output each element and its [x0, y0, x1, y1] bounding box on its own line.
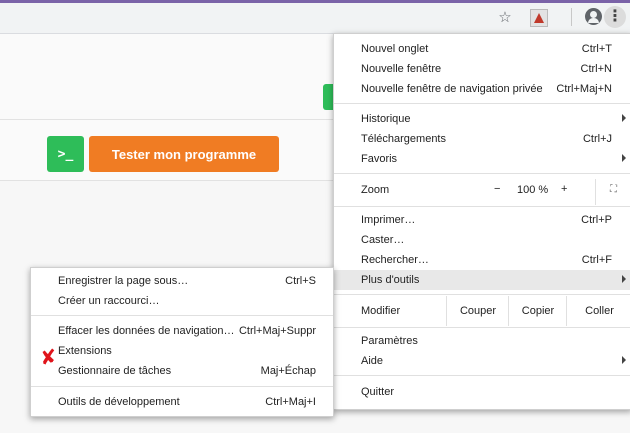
- submenu-item-shortcut: Maj+Échap: [260, 365, 316, 377]
- edit-label: Modifier: [361, 305, 401, 317]
- submenu-item-create-shortcut[interactable]: Créer un raccourci…: [31, 292, 333, 312]
- menu-item-settings[interactable]: Paramètres: [334, 331, 630, 351]
- submenu-item-label: Outils de développement: [58, 396, 180, 408]
- red-cross-annotation-icon: ✘: [38, 345, 59, 371]
- menu-item-label: Nouvelle fenêtre de navigation privée: [361, 83, 543, 95]
- submenu-arrow-icon: [622, 356, 626, 364]
- submenu-divider: [31, 386, 333, 387]
- menu-item-label: Nouvelle fenêtre: [361, 63, 442, 75]
- menu-item-label: Rechercher…: [361, 254, 429, 266]
- menu-divider: [334, 173, 630, 174]
- submenu-item-label: Enregistrer la page sous…: [58, 275, 189, 287]
- menu-item-shortcut: Ctrl+J: [582, 133, 612, 145]
- menu-item-cast[interactable]: Caster…: [334, 230, 630, 250]
- menu-divider: [334, 294, 630, 295]
- menu-item-label: Quitter: [361, 386, 395, 398]
- menu-divider: [334, 375, 630, 376]
- menu-item-label: Aide: [361, 355, 384, 367]
- menu-item-downloads[interactable]: Téléchargements Ctrl+J: [334, 129, 630, 149]
- paste-button[interactable]: Coller: [566, 296, 630, 326]
- menu-item-shortcut: Ctrl+P: [581, 214, 612, 226]
- zoom-controls: − 100 % + ⛶: [464, 175, 630, 205]
- browser-menu-icon[interactable]: ⋮: [604, 6, 626, 28]
- menu-item-label: Favoris: [361, 153, 398, 165]
- cut-button[interactable]: Couper: [446, 296, 509, 326]
- toolbar-separator: [571, 8, 572, 26]
- submenu-divider: [31, 315, 333, 316]
- zoom-out-button[interactable]: −: [494, 183, 500, 195]
- browser-main-menu: Nouvel onglet Ctrl+T Nouvelle fenêtre Ct…: [333, 33, 630, 410]
- more-tools-submenu: Enregistrer la page sous… Ctrl+S Créer u…: [30, 267, 334, 417]
- menu-item-label: Plus d'outils: [361, 274, 420, 286]
- menu-item-label: Nouvel onglet: [361, 43, 429, 55]
- menu-item-label: Paramètres: [361, 335, 418, 347]
- submenu-item-shortcut: Ctrl+Maj+I: [265, 396, 316, 408]
- menu-edit-row: Modifier Couper Copier Coller: [334, 296, 630, 326]
- menu-divider: [334, 327, 630, 328]
- menu-item-find[interactable]: Rechercher… Ctrl+F: [334, 250, 630, 270]
- bookmark-star-icon[interactable]: ☆: [496, 8, 514, 26]
- menu-divider: [334, 206, 630, 207]
- zoom-label: Zoom: [361, 184, 390, 196]
- menu-item-print[interactable]: Imprimer… Ctrl+P: [334, 210, 630, 230]
- menu-item-label: Caster…: [361, 234, 405, 246]
- submenu-item-label: Créer un raccourci…: [58, 295, 160, 307]
- submenu-item-clear-browsing-data[interactable]: Effacer les données de navigation… Ctrl+…: [31, 322, 333, 342]
- run-program-button[interactable]: Tester mon programme: [89, 136, 279, 172]
- submenu-item-label: Extensions: [58, 345, 112, 357]
- submenu-item-extensions[interactable]: Extensions: [31, 342, 333, 362]
- menu-item-help[interactable]: Aide: [334, 351, 630, 371]
- fullscreen-icon[interactable]: ⛶: [595, 179, 630, 205]
- menu-item-label: Imprimer…: [361, 214, 416, 226]
- menu-divider: [334, 103, 630, 104]
- submenu-arrow-icon: [622, 114, 626, 122]
- submenu-arrow-icon: [622, 275, 626, 283]
- submenu-item-label: Effacer les données de navigation…: [58, 325, 235, 337]
- zoom-level: 100 %: [517, 184, 549, 196]
- menu-item-new-window[interactable]: Nouvelle fenêtre Ctrl+N: [334, 59, 630, 79]
- menu-item-bookmarks[interactable]: Favoris: [334, 149, 630, 169]
- menu-item-shortcut: Ctrl+Maj+N: [556, 83, 612, 95]
- terminal-icon-button[interactable]: >_: [47, 136, 84, 172]
- submenu-item-shortcut: Ctrl+S: [285, 275, 316, 287]
- partial-green-button[interactable]: [323, 84, 333, 110]
- menu-item-more-tools[interactable]: Plus d'outils: [334, 270, 630, 290]
- submenu-arrow-icon: [622, 154, 626, 162]
- menu-item-quit[interactable]: Quitter: [334, 382, 630, 402]
- menu-item-history[interactable]: Historique: [334, 109, 630, 129]
- menu-zoom-row: Zoom − 100 % + ⛶: [334, 175, 630, 205]
- menu-item-label: Téléchargements: [361, 133, 446, 145]
- zoom-in-button[interactable]: +: [561, 183, 567, 195]
- profile-avatar-icon[interactable]: [585, 8, 602, 25]
- menu-item-new-tab[interactable]: Nouvel onglet Ctrl+T: [334, 39, 630, 59]
- submenu-item-task-manager[interactable]: Gestionnaire de tâches Maj+Échap: [31, 362, 333, 382]
- menu-item-shortcut: Ctrl+N: [580, 63, 612, 75]
- menu-item-shortcut: Ctrl+T: [581, 43, 612, 55]
- menu-item-incognito-window[interactable]: Nouvelle fenêtre de navigation privée Ct…: [334, 79, 630, 99]
- submenu-item-save-page[interactable]: Enregistrer la page sous… Ctrl+S: [31, 272, 333, 292]
- menu-item-shortcut: Ctrl+F: [581, 254, 612, 266]
- submenu-item-label: Gestionnaire de tâches: [58, 365, 172, 377]
- submenu-item-developer-tools[interactable]: Outils de développement Ctrl+Maj+I: [31, 393, 333, 413]
- window-accent-strip: [0, 0, 630, 3]
- copy-button[interactable]: Copier: [508, 296, 567, 326]
- browser-toolbar: ☆ ⋮: [0, 0, 630, 34]
- menu-item-label: Historique: [361, 113, 411, 125]
- pdf-extension-icon[interactable]: [530, 9, 548, 27]
- submenu-item-shortcut: Ctrl+Maj+Suppr: [238, 325, 316, 337]
